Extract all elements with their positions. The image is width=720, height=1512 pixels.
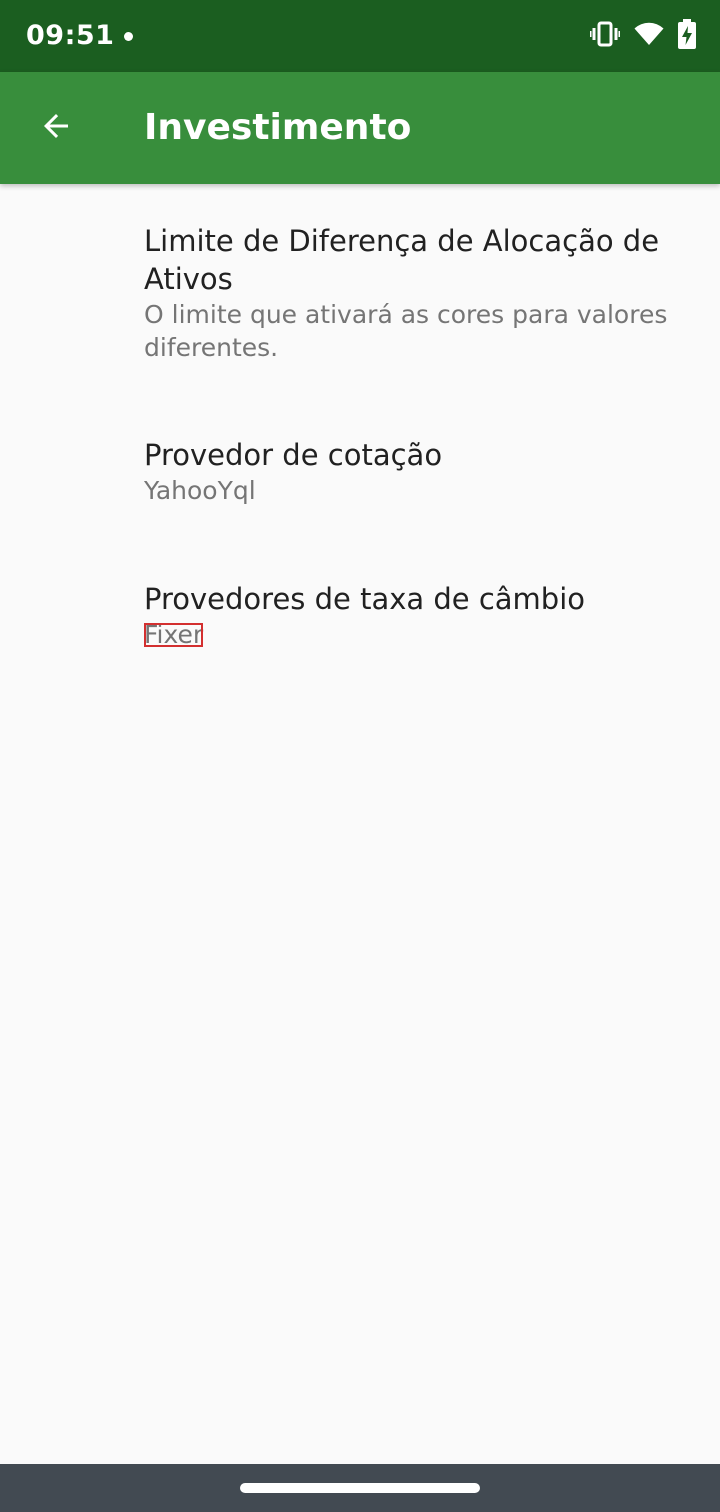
pref-summary: O limite que ativará as cores para valor… <box>144 300 668 362</box>
back-button[interactable] <box>20 92 92 164</box>
page-title: Investimento <box>144 107 412 148</box>
pref-title: Provedor de cotação <box>144 438 443 472</box>
status-time: 09:51 <box>26 20 115 51</box>
notification-dot-icon <box>124 32 133 41</box>
pref-title: Provedores de taxa de câmbio <box>144 582 586 616</box>
pref-asset-allocation-limit[interactable]: Limite de Diferença de Alocação de Ativo… <box>0 184 720 400</box>
status-bar: 09:51 <box>0 0 720 72</box>
pref-summary: Fixer <box>144 618 672 651</box>
pref-exchange-rate-providers[interactable]: Provedores de taxa de câmbio Fixer <box>0 544 720 688</box>
wifi-icon <box>634 22 664 50</box>
battery-charging-icon <box>678 19 696 53</box>
home-gesture-handle[interactable] <box>240 1483 480 1493</box>
highlighted-summary-value: Fixer <box>144 620 204 649</box>
pref-title: Limite de Diferença de Alocação de Ativo… <box>144 224 660 296</box>
preference-list: Limite de Diferença de Alocação de Ativo… <box>0 184 720 688</box>
vibrate-icon <box>589 21 621 51</box>
pref-summary: YahooYql <box>144 476 256 505</box>
pref-quote-provider[interactable]: Provedor de cotação YahooYql <box>0 400 720 544</box>
navigation-bar <box>0 1464 720 1512</box>
app-bar: Investimento <box>0 72 720 184</box>
settings-screen: 09:51 Investimento Limite de Diferença d… <box>0 0 720 1512</box>
status-icons <box>589 19 696 53</box>
arrow-back-icon <box>38 108 74 148</box>
